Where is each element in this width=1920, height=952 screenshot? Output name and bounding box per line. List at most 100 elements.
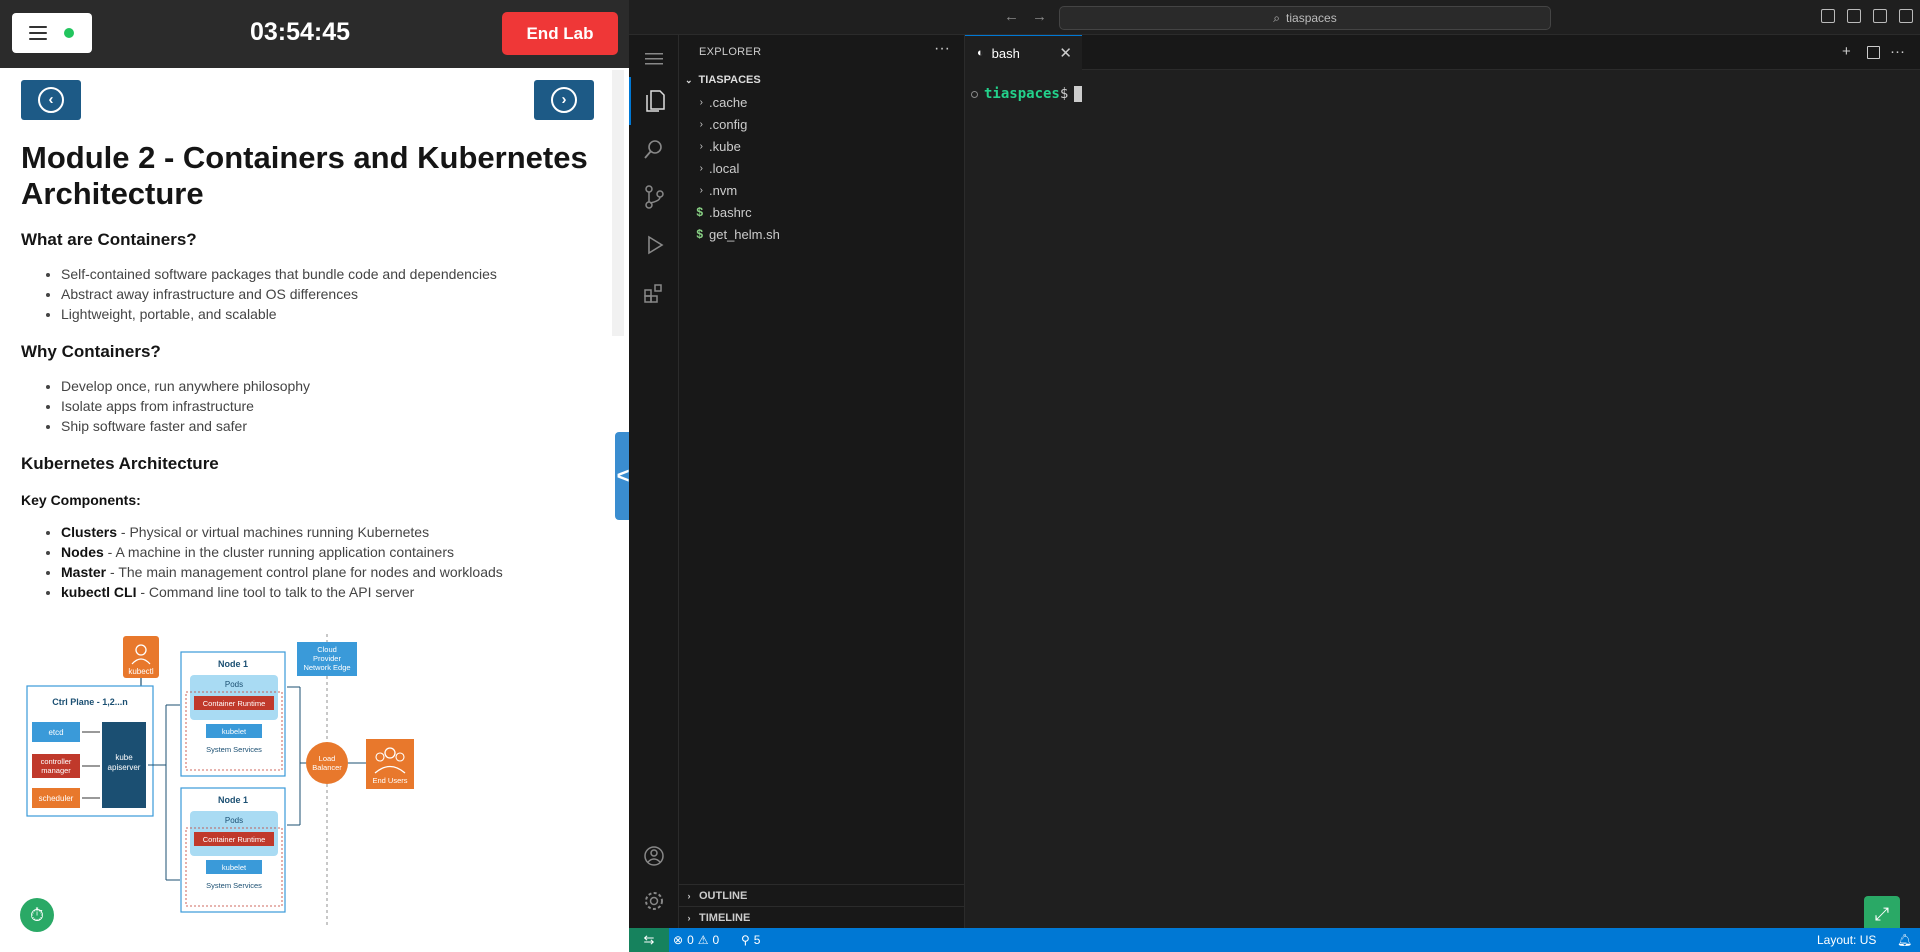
terminal-line[interactable]: tiaspaces$ [971,86,1083,102]
section-heading-k8s: Kubernetes Architecture [21,454,219,473]
settings-gear-icon[interactable] [629,877,679,925]
warning-count: 0 [712,933,720,947]
list-item: Nodes - A machine in the cluster running… [61,542,601,562]
toggle-panel-icon[interactable] [1847,9,1861,23]
list-item: Abstract away infrastructure and OS diff… [61,284,601,304]
system-services-label: System Services [206,881,262,890]
lab-topbar: 03:54:45 End Lab [0,0,629,68]
kubectl-label: kubectl [128,667,154,676]
outline-label: OUTLINE [699,889,748,902]
workspace-header[interactable]: ⌄ TIASPACES [685,74,761,86]
tree-folder[interactable]: › .cache [679,91,965,113]
section-heading-what: What are Containers? [21,230,197,249]
tree-file[interactable]: $ .bashrc [679,201,965,223]
content-scrollbar[interactable] [612,70,624,336]
error-icon: ⊗ [673,933,684,947]
node-label: Node 1 [218,659,248,669]
chevron-right-icon: › [699,162,703,174]
hamburger-icon [29,26,47,40]
timeline-section[interactable]: › TIMELINE [679,906,965,928]
terminal-prompt: tiaspaces [984,86,1060,102]
more-actions-icon[interactable]: ··· [934,40,950,58]
run-debug-icon[interactable] [629,221,679,269]
component-term: Clusters [61,524,118,540]
remote-indicator-icon[interactable]: ⇆ [629,928,669,952]
command-center-search[interactable]: ⌕ tiaspaces [1059,6,1551,30]
customize-layout-icon[interactable] [1899,9,1913,23]
toggle-secondary-sidebar-icon[interactable] [1873,9,1887,23]
chevron-right-icon: › [699,118,703,130]
component-term: Nodes [61,544,104,560]
what-bullet-list: Self-contained software packages that bu… [61,264,601,324]
extensions-icon[interactable] [629,269,679,317]
list-item: Develop once, run anywhere philosophy [61,376,601,396]
stopwatch-icon: ⏱ [29,904,45,925]
pods-label: Pods [225,816,243,825]
chevron-right-icon: › [699,96,703,108]
list-item: kubectl CLI - Command line tool to talk … [61,582,601,602]
folder-label: .config [709,116,748,132]
component-desc: - Physical or virtual machines running K… [117,524,430,540]
folder-label: .cache [709,94,748,110]
close-icon[interactable]: ✕ [1059,44,1072,62]
stopwatch-button[interactable]: ⏱ [20,898,54,932]
account-icon[interactable] [629,832,679,880]
timeline-label: TIMELINE [699,911,751,924]
tree-folder[interactable]: › .config [679,113,965,135]
vscode-window: ← → ⌕ tiaspaces EXPLORER ··· ⌄ TIASPACES… [629,0,1920,952]
source-control-icon[interactable] [629,173,679,221]
shell-file-icon: $ [696,227,703,241]
next-page-button[interactable]: › [534,80,594,120]
search-icon[interactable] [629,125,679,173]
chevron-down-icon: ⌄ [685,75,693,85]
problems-status[interactable]: ⊗ 0 ⚠ 0 [673,928,719,952]
terminal-icon: ◐ [977,47,984,59]
expand-icon: ⤢ [1874,903,1890,924]
pods-label: Pods [225,680,243,689]
tree-folder[interactable]: › .kube [679,135,965,157]
arrow-right-icon[interactable]: → [1032,8,1047,25]
notifications-bell-icon[interactable]: 🔔︎ [1897,928,1912,952]
new-terminal-icon[interactable]: + [1842,43,1851,60]
workspace-label: TIASPACES [698,74,761,86]
shell-file-icon: $ [696,205,703,219]
control-plane-label: Ctrl Plane - 1,2...n [52,697,128,707]
ports-status[interactable]: ⚲ 5 [741,928,760,952]
error-count: 0 [687,933,694,947]
search-icon: ⌕ [1273,10,1281,25]
prev-page-button[interactable]: ‹ [21,80,81,120]
container-runtime-label: Container Runtime [203,699,266,708]
menu-icon[interactable] [629,35,679,83]
explorer-icon[interactable] [629,77,679,125]
key-components-heading: Key Components: [21,492,141,508]
end-lab-button[interactable]: End Lab [502,12,618,55]
keyboard-layout-status[interactable]: Layout: US [1817,928,1876,952]
lab-panel: 03:54:45 End Lab ‹ › Module 2 - Containe… [0,0,629,952]
list-item: Clusters - Physical or virtual machines … [61,522,601,542]
warning-icon: ⚠ [697,933,709,947]
tree-folder[interactable]: › .nvm [679,179,965,201]
etcd-label: etcd [48,728,63,737]
chevron-right-icon: › [687,912,691,923]
split-terminal-icon[interactable] [1867,46,1880,59]
command-decoration-icon [971,90,978,98]
apiserver-label-1: kube [115,753,133,762]
fullscreen-button[interactable]: ⤢ [1864,896,1900,932]
file-label: .bashrc [709,204,752,220]
ports-icon: ⚲ [741,933,750,947]
folder-label: .kube [709,138,741,154]
menu-button[interactable] [12,13,92,53]
lab-content: Module 2 - Containers and Kubernetes Arc… [21,140,601,602]
outline-section[interactable]: › OUTLINE [679,884,965,906]
chevron-right-icon: › [699,184,703,196]
chevron-right-icon: › [687,890,691,901]
tree-folder[interactable]: › .local [679,157,965,179]
folder-label: .nvm [709,182,738,198]
tree-file[interactable]: $ get_helm.sh [679,223,965,245]
more-actions-icon[interactable]: ··· [1890,43,1905,60]
manager-label: manager [41,766,71,775]
toggle-primary-sidebar-icon[interactable] [1821,9,1835,23]
cloud-edge-label-1: Cloud [317,645,337,654]
arrow-left-icon[interactable]: ← [1004,8,1019,25]
tab-bash[interactable]: ◐ bash ✕ [965,35,1082,70]
